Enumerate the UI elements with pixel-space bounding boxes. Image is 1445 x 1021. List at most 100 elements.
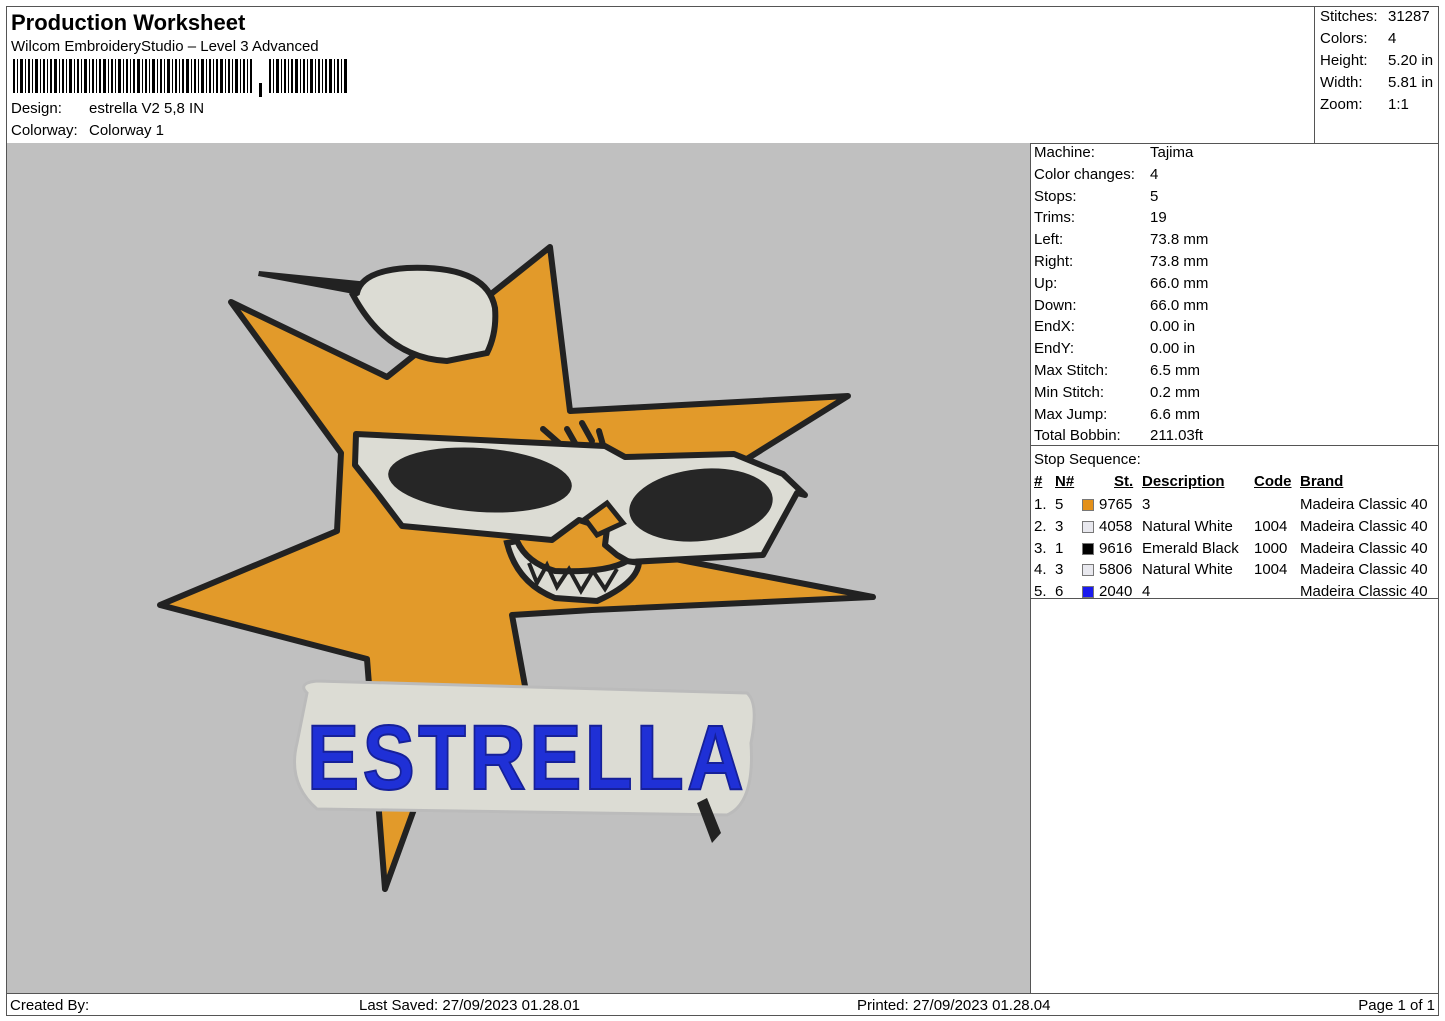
property-label: Left: [1034,231,1064,249]
col-description: Description [1142,473,1225,490]
created-by: Created By: [10,997,90,1014]
colorway-label: Colorway: [11,122,78,139]
stop-st: 2040 [1099,583,1133,601]
stop-needle: 6 [1055,583,1064,601]
stop-description: Natural White [1142,517,1233,535]
property-value: 4 [1150,165,1159,183]
property-value: 73.8 mm [1150,253,1209,270]
barcode [13,59,347,97]
property-value: 73.8 mm [1150,231,1209,249]
last-saved: Last Saved: 27/09/2023 01.28.01 [359,997,581,1014]
property-label: Max Jump: [1034,405,1108,423]
property-value: 19 [1150,209,1167,227]
worksheet-footer: Created By: Last Saved: 27/09/2023 01.28… [7,993,1438,1016]
stat-value: 5.20 in [1388,52,1434,69]
software-name: Wilcom EmbroideryStudio – Level 3 Advanc… [11,38,319,55]
stat-zoom: Zoom: 1:1 [1320,96,1409,113]
property-value: 6.5 mm [1150,362,1201,379]
production-worksheet: Production Worksheet Wilcom EmbroiderySt… [6,6,1439,1016]
stop-needle: 5 [1055,496,1064,513]
property-label: Max Stitch: [1034,362,1109,379]
property-row: Trims: 19 [1034,209,1167,226]
stop-sequence-caption: Stop Sequence: [1034,451,1141,468]
stop-sequence: Stop Sequence: # N# St. Description Code… [1031,446,1438,601]
stop-num: 1. [1034,496,1047,513]
stop-brand: Madeira Classic 40 [1300,561,1428,579]
thread-color-swatch [1082,520,1094,533]
stat-value: 1:1 [1388,96,1409,113]
property-label: Stops: [1034,187,1077,205]
stat-value: 4 [1388,30,1397,47]
property-value: 66.0 mm [1150,296,1209,314]
page-number: Page 1 of 1 [1358,997,1435,1014]
property-label: Up: [1034,274,1058,292]
property-row: Left: 73.8 mm [1034,231,1208,248]
worksheet-header: Production Worksheet Wilcom EmbroiderySt… [7,7,1314,144]
property-value: 0.2 mm [1150,383,1201,401]
stop-st: 9616 [1099,539,1133,557]
stop-description: 4 [1142,583,1151,601]
stop-brand: Madeira Classic 40 [1300,539,1428,557]
stop-code: 1004 [1254,561,1288,579]
property-row: Machine: Tajima [1034,144,1193,161]
stop-brand: Madeira Classic 40 [1300,517,1428,535]
colorway-row: Colorway: Colorway 1 [11,122,164,139]
design-row: Design: estrella V2 5,8 IN [11,100,204,117]
thread-color-swatch [1082,564,1094,577]
property-value: 211.03ft [1150,427,1204,445]
stat-width: Width: 5.81 in [1320,74,1433,91]
stat-stitches: Stitches: 31287 [1320,8,1430,25]
col-code: Code [1254,473,1292,490]
thread-color-swatch [1082,542,1094,555]
colorway-value: Colorway 1 [89,122,165,139]
stat-height: Height: 5.20 in [1320,52,1433,69]
property-value: 66.0 mm [1150,274,1209,292]
property-row: Max Jump: 6.6 mm [1034,406,1200,423]
stop-num: 2. [1034,517,1047,535]
property-label: EndY: [1034,340,1075,358]
property-row: Max Stitch: 6.5 mm [1034,362,1200,379]
stats-panel: Stitches: 31287 Colors: 4 Height: 5.20 in W… [1314,7,1439,144]
property-label: EndX: [1034,318,1075,336]
property-row: EndY: 0.00 in [1034,340,1195,357]
property-value: 5 [1150,187,1159,205]
design-text: ESTRELLA [307,707,747,809]
design-preview: ESTRELLA [7,143,1031,993]
thread-color-swatch [1082,499,1094,511]
property-row: Up: 66.0 mm [1034,275,1208,292]
stop-brand: Madeira Classic 40 [1300,583,1428,601]
property-row: Right: 73.8 mm [1034,253,1208,270]
stop-needle: 3 [1055,517,1064,535]
property-row: Color changes: 4 [1034,166,1158,183]
property-label: Min Stitch: [1034,383,1105,401]
stat-value: 5.81 in [1388,74,1434,91]
stop-code: 1004 [1254,517,1288,535]
property-label: Total Bobbin: [1034,427,1121,445]
property-value: Tajima [1150,144,1194,161]
stat-label: Stitches: [1320,8,1378,25]
property-row: Total Bobbin: 211.03ft [1034,427,1203,444]
property-label: Machine: [1034,144,1095,161]
property-label: Right: [1034,253,1074,270]
design-label: Design: [11,100,62,117]
property-value: 6.6 mm [1150,405,1201,423]
stop-code: 1000 [1254,539,1288,557]
stat-label: Colors: [1320,30,1368,47]
property-row: Down: 66.0 mm [1034,297,1208,314]
property-row: Min Stitch: 0.2 mm [1034,384,1200,401]
stat-value: 31287 [1388,8,1430,25]
stop-st: 9765 [1099,496,1133,513]
col-st: St. [1114,473,1134,490]
stat-colors: Colors: 4 [1320,30,1396,47]
property-label: Trims: [1034,209,1076,227]
stop-st: 5806 [1099,561,1133,579]
stop-st: 4058 [1099,517,1133,535]
stat-label: Height: [1320,52,1368,69]
stop-num: 5. [1034,583,1047,601]
col-needle: N# [1055,473,1075,490]
property-value: 0.00 in [1150,340,1196,358]
col-brand: Brand [1300,473,1344,490]
page-title: Production Worksheet [11,10,246,35]
property-label: Down: [1034,296,1077,314]
stat-label: Zoom: [1320,96,1363,113]
